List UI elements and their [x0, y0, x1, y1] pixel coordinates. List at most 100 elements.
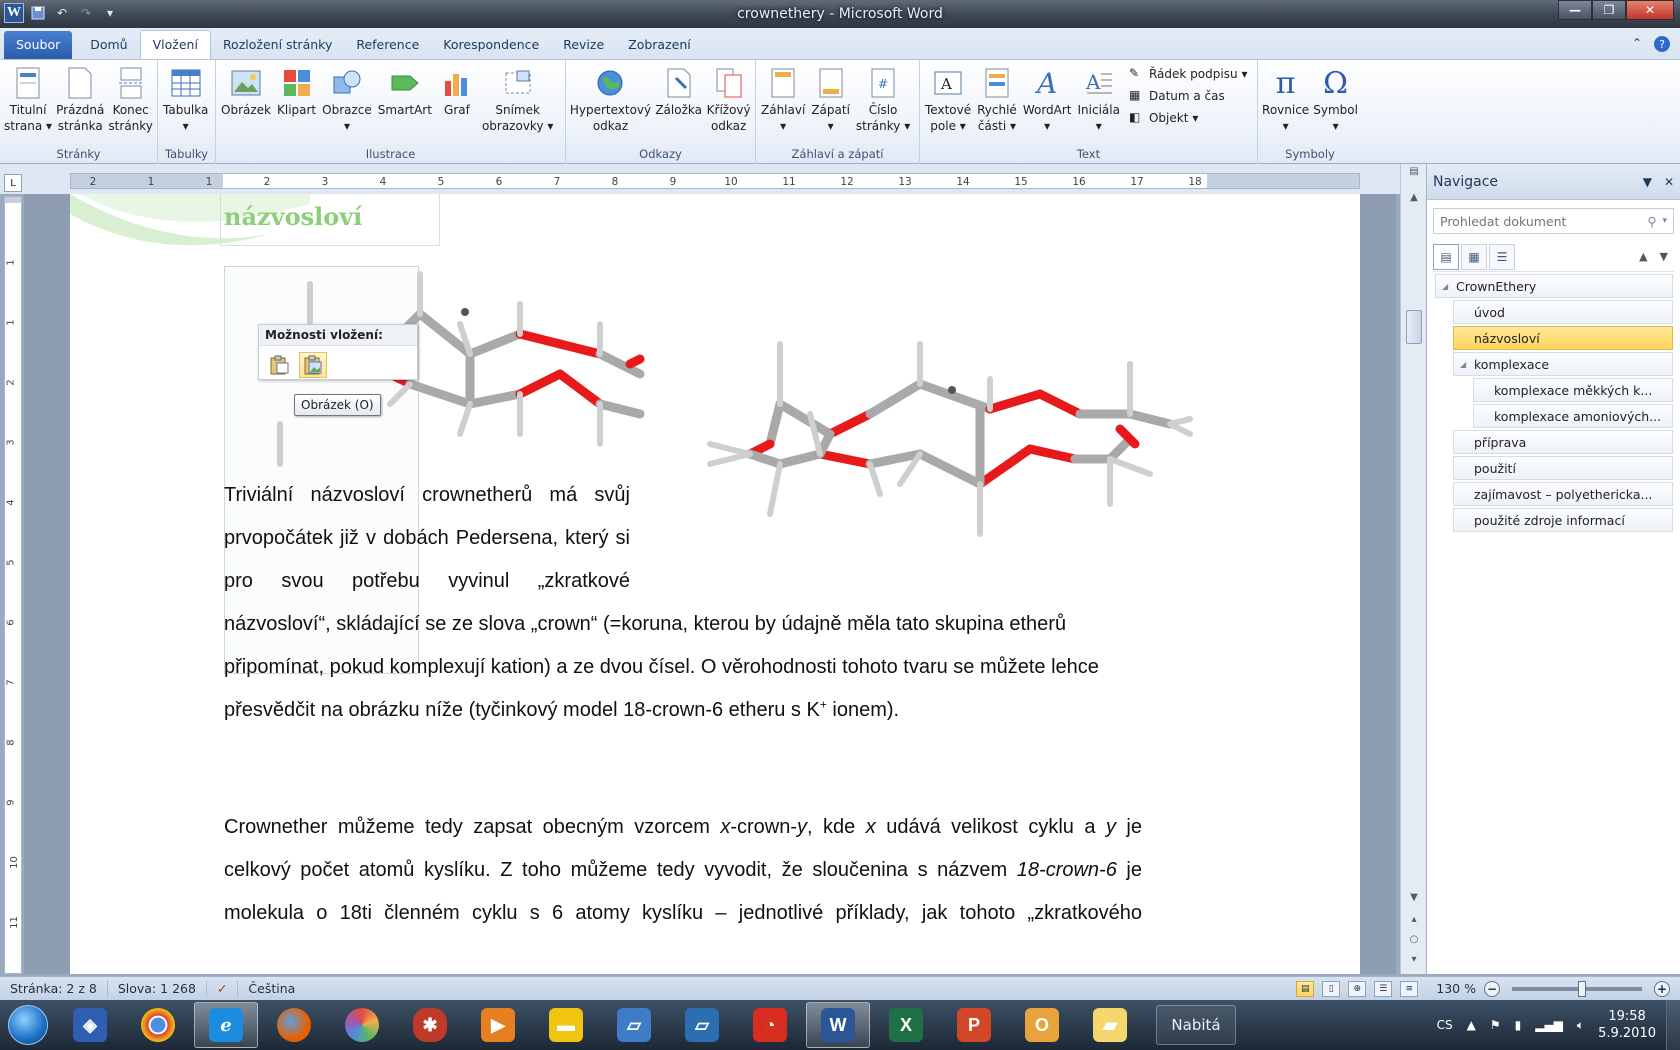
taskbar-firefox[interactable]	[262, 1002, 326, 1048]
date-time-button[interactable]: ▦ Datum a čas	[1129, 88, 1248, 104]
taskbar-app-16[interactable]: ▰	[1078, 1002, 1142, 1048]
web-layout-button[interactable]: ⊕	[1348, 980, 1367, 997]
tab-file[interactable]: Soubor	[4, 31, 73, 59]
zoom-in-button[interactable]: +	[1654, 980, 1670, 997]
taskbar-outlook[interactable]: O	[1010, 1002, 1074, 1048]
paragraph-general-formula[interactable]: Crownether můžeme tedy zapsat obecným vz…	[224, 806, 1142, 935]
draft-view-button[interactable]: ≡	[1400, 980, 1419, 997]
minimize-ribbon-icon[interactable]: ⌃	[1632, 36, 1642, 52]
nav-pages-tab[interactable]: ▦	[1461, 243, 1487, 270]
tab-references[interactable]: Reference	[344, 31, 431, 59]
zoom-slider-knob[interactable]	[1577, 980, 1586, 997]
taskbar-app-9[interactable]: ▱	[602, 1002, 666, 1048]
expand-triangle-icon[interactable]: ◢	[1460, 360, 1466, 369]
nav-next-heading-icon[interactable]: ▼	[1660, 250, 1668, 263]
tab-page-layout[interactable]: Rozložení stránky	[211, 31, 344, 59]
nav-heading-item[interactable]: názvosloví	[1453, 326, 1673, 350]
scroll-up-arrow[interactable]: ▲	[1406, 192, 1422, 208]
nav-prev-heading-icon[interactable]: ▲	[1639, 250, 1647, 263]
scrollbar-thumb[interactable]	[1406, 310, 1422, 344]
taskbar-picasa[interactable]	[330, 1002, 394, 1048]
help-icon[interactable]: ?	[1654, 36, 1670, 52]
horizontal-ruler[interactable]: 2 1 1 2 3 4 5 6 7 8 9 10 11 12 13 14 15 16 17 18	[70, 173, 1360, 189]
print-layout-view-button[interactable]: ▤	[1296, 980, 1315, 997]
taskbar-app-11[interactable]: ◔	[738, 1002, 802, 1048]
molecule-image-18-crown-6[interactable]	[680, 334, 1200, 594]
vertical-scrollbar[interactable]: ▤ ▲ ▼ ▴ ○ ▾	[1400, 164, 1426, 974]
taskbar-app-1[interactable]: ◈	[58, 1002, 122, 1048]
paragraph-trivial-naming-bottom[interactable]: názvosloví“, skládající se ze slova „cro…	[224, 603, 1142, 732]
nav-close-icon[interactable]: ✕	[1664, 175, 1674, 189]
nav-heading-item[interactable]: ◢ CrownEthery	[1435, 274, 1673, 298]
nav-heading-label: použité zdroje informací	[1474, 512, 1625, 528]
search-icon[interactable]: ⚲	[1647, 214, 1656, 229]
taskbar-media-player[interactable]: ▶	[466, 1002, 530, 1048]
expand-triangle-icon[interactable]: ◢	[1442, 282, 1448, 291]
status-words[interactable]: Slova: 1 268	[108, 981, 207, 996]
scroll-down-arrow[interactable]: ▼	[1406, 892, 1422, 908]
start-button[interactable]	[0, 1000, 56, 1050]
outline-view-button[interactable]: ☰	[1374, 980, 1393, 997]
paragraph-trivial-naming-top[interactable]: Triviální názvosloví crownetherů má svůj…	[224, 474, 630, 603]
next-page-icon[interactable]: ▾	[1406, 954, 1422, 970]
zoom-slider[interactable]	[1512, 980, 1642, 997]
document-area[interactable]: názvosloví Možnosti vložení: Obrázek (O)…	[24, 194, 1396, 974]
full-screen-reading-button[interactable]: ▯	[1322, 980, 1341, 997]
nav-headings-tab[interactable]: ▤	[1433, 243, 1459, 270]
nav-heading-item[interactable]: komplexace měkkých k...	[1473, 378, 1673, 402]
taskbar-powerpoint[interactable]: P	[942, 1002, 1006, 1048]
status-language[interactable]: Čeština	[238, 981, 305, 996]
nav-results-tab[interactable]: ☰	[1489, 243, 1515, 270]
show-hidden-icons[interactable]: ▲	[1467, 1018, 1476, 1032]
status-page[interactable]: Stránka: 2 z 8	[0, 981, 108, 996]
nav-heading-item[interactable]: ◢ komplexace	[1453, 352, 1673, 376]
tab-selector[interactable]: L	[4, 174, 22, 192]
taskbar-internet-explorer[interactable]: e	[194, 1002, 258, 1048]
nav-heading-item[interactable]: použité zdroje informací	[1453, 508, 1673, 532]
ruler-tick: 15	[1014, 176, 1028, 188]
tab-review[interactable]: Revize	[551, 31, 616, 59]
nav-heading-item[interactable]: zajímavost – polyethericka...	[1453, 482, 1673, 506]
tab-view[interactable]: Zobrazení	[616, 31, 703, 59]
tab-mailings[interactable]: Korespondence	[431, 31, 551, 59]
nav-heading-item[interactable]: úvod	[1453, 300, 1673, 324]
nav-heading-item[interactable]: komplexace amoniových...	[1473, 404, 1673, 428]
volume-icon[interactable]: 🔈︎	[1577, 1018, 1584, 1033]
prev-page-icon[interactable]: ▴	[1406, 914, 1422, 930]
clock[interactable]: 19:58 5.9.2010	[1598, 1008, 1656, 1042]
paste-keep-formatting-button[interactable]	[265, 352, 293, 378]
taskbar-app-6[interactable]: ✱	[398, 1002, 462, 1048]
battery-status-label[interactable]: Nabitá	[1156, 1005, 1236, 1045]
minimize-button[interactable]: —	[1558, 0, 1592, 20]
nav-heading-item[interactable]: použití	[1453, 456, 1673, 480]
search-dropdown-icon[interactable]: ▾	[1662, 216, 1667, 226]
nav-options-icon[interactable]: ▼	[1643, 175, 1652, 189]
taskbar-excel[interactable]: X	[874, 1002, 938, 1048]
show-desktop-button[interactable]	[1666, 1000, 1680, 1050]
action-center-flag-icon[interactable]: ⚑	[1490, 1018, 1501, 1032]
vertical-ruler[interactable]: 1123456789101112	[4, 196, 22, 989]
nav-heading-item[interactable]: příprava	[1453, 430, 1673, 454]
zoom-level[interactable]: 130 %	[1436, 981, 1476, 996]
browse-object-icon[interactable]: ○	[1406, 934, 1422, 950]
window-title: crownethery - Microsoft Word	[737, 6, 943, 22]
paste-as-picture-button[interactable]	[299, 352, 327, 378]
taskbar-app-10[interactable]: ▱	[670, 1002, 734, 1048]
document-page[interactable]: názvosloví Možnosti vložení: Obrázek (O)…	[70, 194, 1360, 974]
signature-line-button[interactable]: ✎ Řádek podpisu ▾	[1129, 66, 1248, 82]
scroll-ruler-toggle-icon[interactable]: ▤	[1406, 166, 1422, 182]
battery-icon[interactable]: ▮	[1515, 1018, 1522, 1032]
status-proofing[interactable]: ✓	[207, 981, 239, 996]
taskbar-explorer[interactable]: ▬	[534, 1002, 598, 1048]
network-signal-icon[interactable]: ▂▄▆	[1535, 1018, 1563, 1032]
nav-search-input[interactable]	[1440, 213, 1648, 229]
close-button[interactable]: ✕	[1626, 0, 1674, 20]
tab-home[interactable]: Domů	[78, 31, 139, 59]
maximize-button[interactable]: ❐	[1592, 0, 1626, 20]
zoom-out-button[interactable]: −	[1484, 980, 1500, 997]
taskbar-chrome[interactable]	[126, 1002, 190, 1048]
object-button[interactable]: ◧ Objekt ▾	[1129, 110, 1248, 126]
taskbar-word[interactable]: W	[806, 1002, 870, 1048]
tab-insert[interactable]: Vložení	[139, 30, 211, 59]
input-language[interactable]: CS	[1437, 1018, 1453, 1032]
